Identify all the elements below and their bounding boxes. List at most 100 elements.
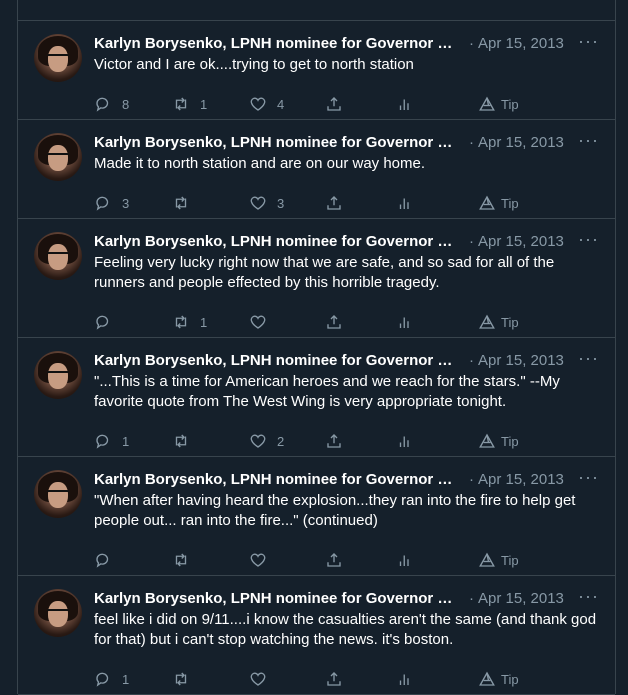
- like-button[interactable]: [249, 313, 277, 331]
- tweet-actions: 8 1 4 Tip: [94, 94, 599, 114]
- avatar[interactable]: [34, 133, 82, 181]
- tweet-header: Karlyn Borysenko, LPNH nominee for Gover…: [94, 469, 599, 489]
- analytics-button[interactable]: [396, 670, 414, 688]
- tweet[interactable]: Karlyn Borysenko, LPNH nominee for Gover…: [18, 338, 615, 457]
- analytics-button[interactable]: [396, 194, 414, 212]
- share-icon: [327, 97, 341, 111]
- more-options-icon[interactable]: ···: [578, 130, 599, 151]
- share-button[interactable]: [325, 95, 343, 113]
- share-button[interactable]: [325, 670, 343, 688]
- share-button[interactable]: [325, 432, 343, 450]
- analytics-button[interactable]: [396, 551, 414, 569]
- author-name[interactable]: Karlyn Borysenko, LPNH nominee for Gover…: [94, 134, 459, 151]
- tweet-date[interactable]: Apr 15, 2013: [478, 134, 564, 151]
- share-icon: [327, 196, 341, 210]
- retweet-count: 1: [200, 96, 208, 112]
- reply-button[interactable]: [94, 313, 122, 331]
- reply-button[interactable]: 1: [94, 670, 129, 688]
- retweet-button[interactable]: 1: [172, 313, 207, 331]
- avatar[interactable]: [34, 470, 82, 518]
- share-button[interactable]: [325, 551, 343, 569]
- tweet-text: Feeling very lucky right now that we are…: [94, 254, 555, 291]
- tweet-date[interactable]: Apr 15, 2013: [478, 471, 564, 488]
- avatar[interactable]: [34, 351, 82, 399]
- analytics-button[interactable]: [396, 313, 414, 331]
- heart-icon: [250, 672, 266, 686]
- tip-label: Tip: [501, 433, 519, 449]
- tweet-body: Karlyn Borysenko, LPNH nominee for Gover…: [94, 586, 599, 650]
- like-button[interactable]: 3: [249, 194, 284, 212]
- more-options-icon[interactable]: ···: [578, 31, 599, 52]
- author-name[interactable]: Karlyn Borysenko, LPNH nominee for Gover…: [94, 352, 459, 369]
- tweet-actions: 1 Tip: [94, 669, 599, 689]
- tip-icon: [479, 314, 495, 329]
- heart-icon: [250, 553, 266, 567]
- tweet-date[interactable]: Apr 15, 2013: [478, 35, 564, 52]
- tip-button[interactable]: Tip: [478, 432, 519, 450]
- tweet[interactable]: Karlyn Borysenko, LPNH nominee for Gover…: [18, 576, 615, 695]
- retweet-button[interactable]: 1: [172, 95, 207, 113]
- more-options-icon[interactable]: ···: [578, 348, 599, 369]
- reply-button[interactable]: [94, 551, 122, 569]
- tweet-actions: 1 Tip: [94, 312, 599, 332]
- author-name[interactable]: Karlyn Borysenko, LPNH nominee for Gover…: [94, 471, 459, 488]
- tweet[interactable]: Karlyn Borysenko, LPNH nominee for Gover…: [18, 457, 615, 576]
- reply-icon: [96, 196, 109, 211]
- more-options-icon[interactable]: ···: [578, 467, 599, 488]
- timeline: Karlyn Borysenko, LPNH nominee for Gover…: [17, 0, 616, 695]
- tweet-header: Karlyn Borysenko, LPNH nominee for Gover…: [94, 588, 599, 608]
- tip-button[interactable]: Tip: [478, 194, 519, 212]
- tip-icon: [479, 195, 495, 210]
- avatar[interactable]: [34, 589, 82, 637]
- reply-button[interactable]: 1: [94, 432, 129, 450]
- tweet-body: Karlyn Borysenko, LPNH nominee for Gover…: [94, 348, 599, 412]
- separator-dot: ·: [469, 232, 474, 250]
- retweet-button[interactable]: [172, 432, 200, 450]
- tip-button[interactable]: Tip: [478, 551, 519, 569]
- tweet[interactable]: Karlyn Borysenko, LPNH nominee for Gover…: [18, 120, 615, 219]
- like-button[interactable]: 2: [249, 432, 284, 450]
- analytics-button[interactable]: [396, 432, 414, 450]
- tweet-body: Karlyn Borysenko, LPNH nominee for Gover…: [94, 31, 599, 75]
- avatar[interactable]: [34, 34, 82, 82]
- share-button[interactable]: [325, 313, 343, 331]
- reply-button[interactable]: 3: [94, 194, 129, 212]
- tweet[interactable]: Karlyn Borysenko, LPNH nominee for Gover…: [18, 21, 615, 120]
- tweet-actions: 3 3 Tip: [94, 193, 599, 213]
- like-button[interactable]: 4: [249, 95, 284, 113]
- like-button[interactable]: [249, 551, 277, 569]
- tweet-date[interactable]: Apr 15, 2013: [478, 233, 564, 250]
- author-name[interactable]: Karlyn Borysenko, LPNH nominee for Gover…: [94, 590, 459, 607]
- author-name[interactable]: Karlyn Borysenko, LPNH nominee for Gover…: [94, 35, 459, 52]
- like-button[interactable]: [249, 670, 277, 688]
- separator-dot: ·: [469, 470, 474, 488]
- tweet-actions: 1 2 Tip: [94, 431, 599, 451]
- retweet-button[interactable]: [172, 194, 200, 212]
- more-options-icon[interactable]: ···: [578, 586, 599, 607]
- reply-count: 1: [122, 671, 130, 687]
- tip-button[interactable]: Tip: [478, 95, 519, 113]
- retweet-button[interactable]: [172, 551, 200, 569]
- timeline-top: [18, 0, 615, 21]
- retweet-button[interactable]: [172, 670, 200, 688]
- avatar[interactable]: [34, 232, 82, 280]
- tweet-header: Karlyn Borysenko, LPNH nominee for Gover…: [94, 33, 599, 53]
- author-name[interactable]: Karlyn Borysenko, LPNH nominee for Gover…: [94, 233, 459, 250]
- retweet-icon: [175, 553, 187, 567]
- analytics-button[interactable]: [396, 95, 414, 113]
- like-count: 2: [277, 433, 285, 449]
- tip-button[interactable]: Tip: [478, 670, 519, 688]
- tip-button[interactable]: Tip: [478, 313, 519, 331]
- reply-icon: [96, 315, 109, 330]
- tweet[interactable]: Karlyn Borysenko, LPNH nominee for Gover…: [18, 219, 615, 338]
- more-options-icon[interactable]: ···: [578, 229, 599, 250]
- tweet-date[interactable]: Apr 15, 2013: [478, 352, 564, 369]
- reply-button[interactable]: 8: [94, 95, 129, 113]
- bar-chart-icon: [399, 555, 409, 566]
- tweet-date[interactable]: Apr 15, 2013: [478, 590, 564, 607]
- tweet-header: Karlyn Borysenko, LPNH nominee for Gover…: [94, 132, 599, 152]
- tweet-actions: Tip: [94, 550, 599, 570]
- tip-label: Tip: [501, 671, 519, 687]
- share-button[interactable]: [325, 194, 343, 212]
- share-icon: [327, 672, 341, 686]
